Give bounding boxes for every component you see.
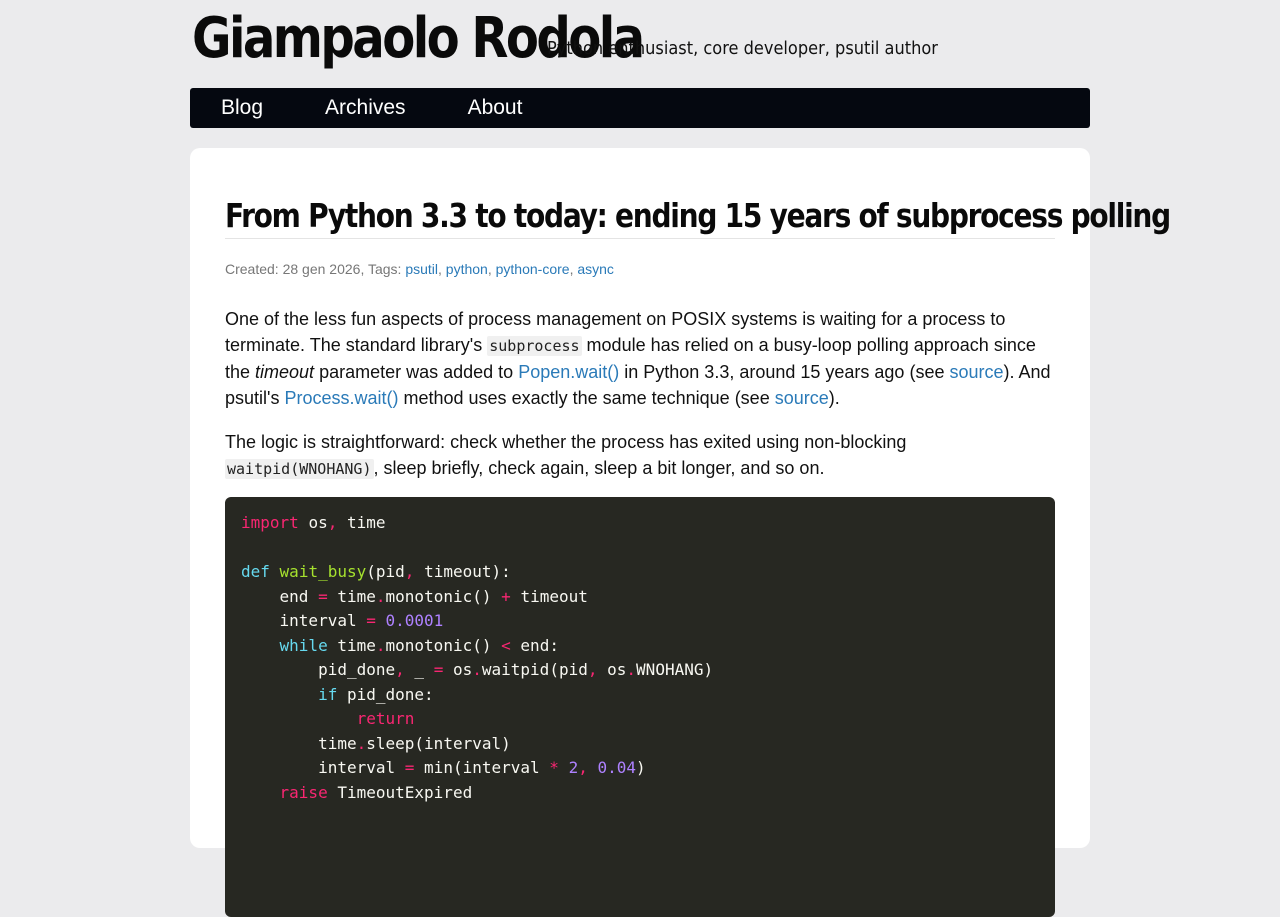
tag-python-link[interactable]: python <box>446 261 488 277</box>
p1-text-7: ). <box>828 388 840 408</box>
post-title[interactable]: From Python 3.3 to today: ending 15 year… <box>225 193 1171 239</box>
code-line: def wait_busy(pid, timeout): <box>241 562 511 581</box>
paragraph-1: One of the less fun aspects of process m… <box>225 306 1055 411</box>
main-nav: Blog Archives About <box>190 88 1090 128</box>
code-line: import os, time <box>241 513 386 532</box>
nav-archives-link[interactable]: Archives <box>325 88 406 128</box>
title-divider <box>225 238 1055 239</box>
code-line: pid_done, _ = os.waitpid(pid, os.WNOHANG… <box>318 660 714 679</box>
code-line: while time.monotonic() < end: <box>279 635 559 655</box>
p2-text-1: The logic is straightforward: check whet… <box>225 432 907 452</box>
code-line: time.sleep(interval) <box>318 733 511 753</box>
paragraph-2: The logic is straightforward: check whet… <box>225 429 1055 482</box>
site-tagline: Python enthusiast, core developer, psuti… <box>547 38 938 59</box>
created-label: Created: 28 gen 2026, Tags: <box>225 261 402 277</box>
tag-python-core-link[interactable]: python-core <box>496 261 570 277</box>
code-line: interval = 0.0001 <box>279 611 444 630</box>
p1-text-4: in Python 3.3, around 15 years ago (see <box>619 362 950 382</box>
post-card: From Python 3.3 to today: ending 15 year… <box>190 148 1171 917</box>
code-line: end = time.monotonic() + timeout <box>279 586 588 606</box>
inline-code-waitpid: waitpid(WNOHANG) <box>225 459 374 479</box>
page-wrapper: Giampaolo Rodola Python enthusiast, core… <box>190 0 1171 917</box>
nav-about-link[interactable]: About <box>468 88 523 128</box>
popen-wait-link[interactable]: Popen.wait() <box>518 362 619 382</box>
p2-text-2: , sleep briefly, check again, sleep a bi… <box>373 458 825 478</box>
code-line: raise TimeoutExpired <box>279 782 473 802</box>
tag-psutil-link[interactable]: psutil <box>405 261 438 277</box>
code-line: if pid_done: <box>318 684 434 704</box>
code-line: interval = min(interval * 2, 0.04) <box>318 758 646 777</box>
post-body: One of the less fun aspects of process m… <box>225 306 1055 500</box>
post-meta: Created: 28 gen 2026, Tags: psutil, pyth… <box>225 261 614 277</box>
nav-blog-link[interactable]: Blog <box>221 88 263 128</box>
site-header: Giampaolo Rodola Python enthusiast, core… <box>190 0 1090 88</box>
inline-code-subprocess: subprocess <box>487 336 582 356</box>
process-wait-link[interactable]: Process.wait() <box>284 388 398 408</box>
code-line: return <box>356 709 415 728</box>
source-link-1[interactable]: source <box>949 362 1003 382</box>
code-block[interactable]: import os, time def wait_busy(pid, timeo… <box>225 497 1055 917</box>
emphasis-timeout: timeout <box>255 362 315 382</box>
p1-text-3: parameter was added to <box>314 362 519 382</box>
tag-async-link[interactable]: async <box>577 261 614 277</box>
p1-text-6: method uses exactly the same technique (… <box>398 388 775 408</box>
source-link-2[interactable]: source <box>775 388 829 408</box>
